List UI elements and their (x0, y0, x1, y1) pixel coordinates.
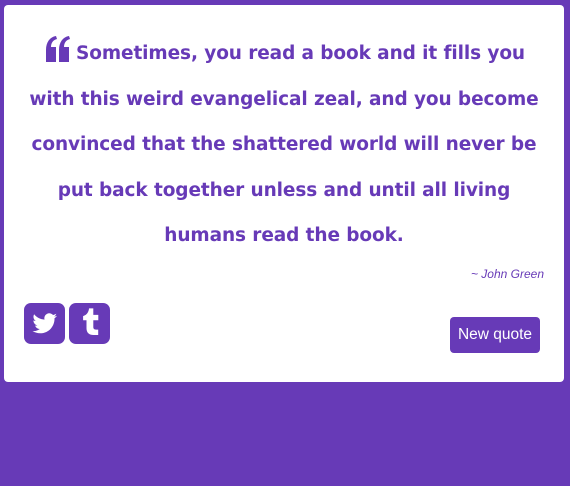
twitter-icon (32, 313, 57, 334)
tumblr-quote-button[interactable] (69, 303, 110, 344)
quote-left-icon (43, 34, 73, 62)
new-quote-button[interactable]: New quote (450, 317, 540, 353)
quote-box: Sometimes, you read a book and it fills … (4, 5, 564, 382)
quote-text: Sometimes, you read a book and it fills … (29, 43, 539, 246)
tweet-quote-button[interactable] (24, 303, 65, 344)
quote-author: ~ John Green (470, 267, 544, 281)
quote-text-block: Sometimes, you read a book and it fills … (28, 31, 540, 259)
tumblr-icon (83, 308, 99, 335)
